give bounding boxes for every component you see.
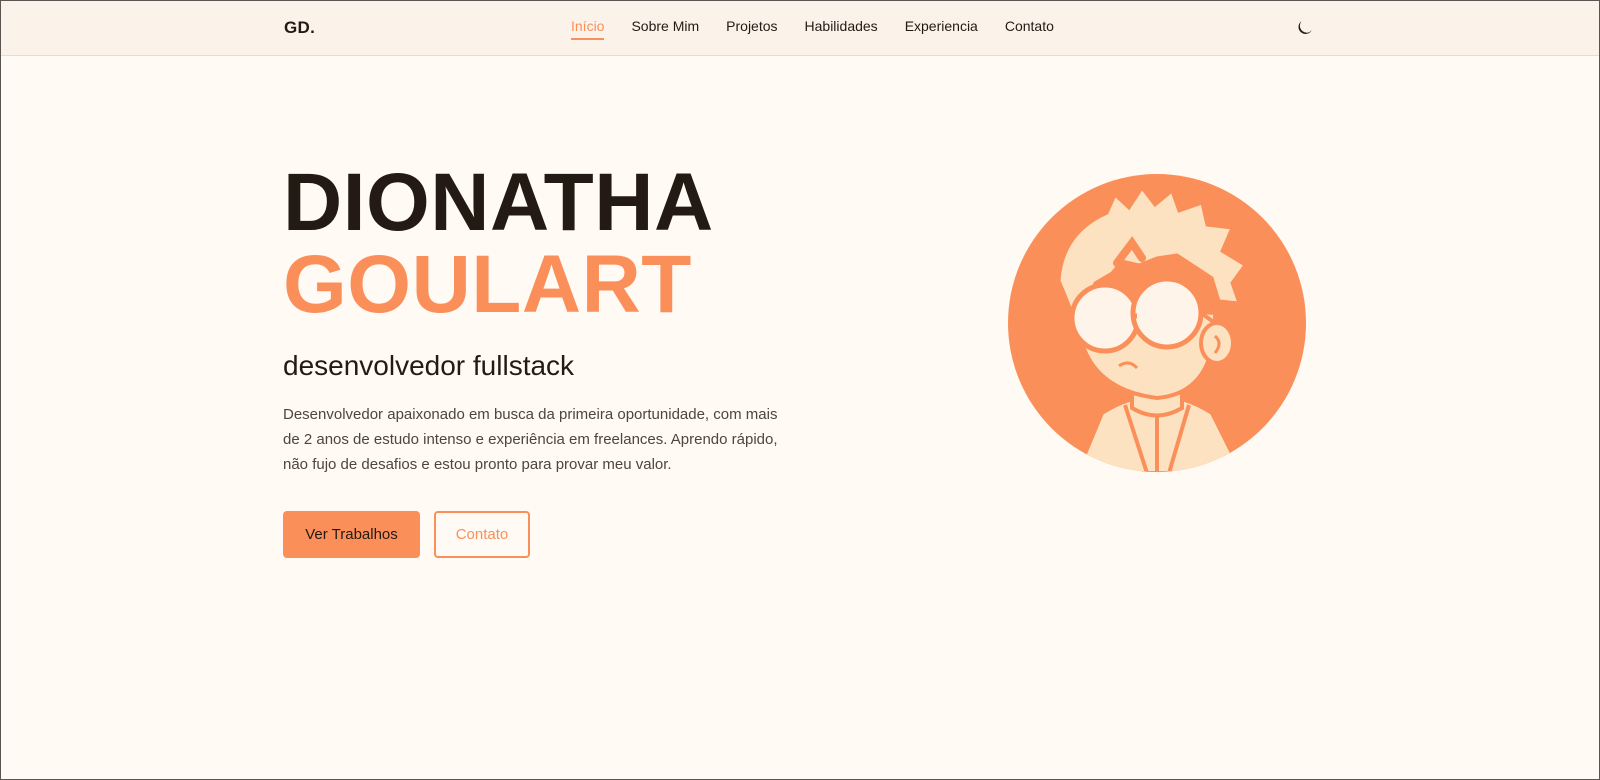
hero-first-name: DIONATHA xyxy=(283,157,714,248)
nav-link-projetos[interactable]: Projetos xyxy=(726,18,777,40)
moon-icon[interactable] xyxy=(1295,18,1315,38)
hero-role: desenvolvedor fullstack xyxy=(283,350,575,381)
nav-link-inicio[interactable]: Início xyxy=(571,18,605,40)
nav-link-habilidades[interactable]: Habilidades xyxy=(805,18,878,40)
avatar-illustration xyxy=(1007,173,1307,473)
hero-last-name: GOULART xyxy=(283,239,692,330)
top-navbar: GD. Início Sobre Mim Projetos Habilidade… xyxy=(1,1,1599,56)
hero-actions: Ver Trabalhos Contato xyxy=(283,511,843,558)
nav-link-experiencia[interactable]: Experiencia xyxy=(905,18,978,40)
main-nav: Início Sobre Mim Projetos Habilidades Ex… xyxy=(571,18,1081,40)
hero-section: DIONATHA GOULART desenvolvedor fullstack… xyxy=(283,162,843,558)
nav-link-contato[interactable]: Contato xyxy=(1005,18,1054,40)
ver-trabalhos-button[interactable]: Ver Trabalhos xyxy=(283,511,420,558)
nav-link-sobre-mim[interactable]: Sobre Mim xyxy=(631,18,699,40)
contato-button[interactable]: Contato xyxy=(434,511,530,558)
site-logo[interactable]: GD. xyxy=(284,18,315,38)
hero-bio: Desenvolvedor apaixonado em busca da pri… xyxy=(283,406,778,473)
